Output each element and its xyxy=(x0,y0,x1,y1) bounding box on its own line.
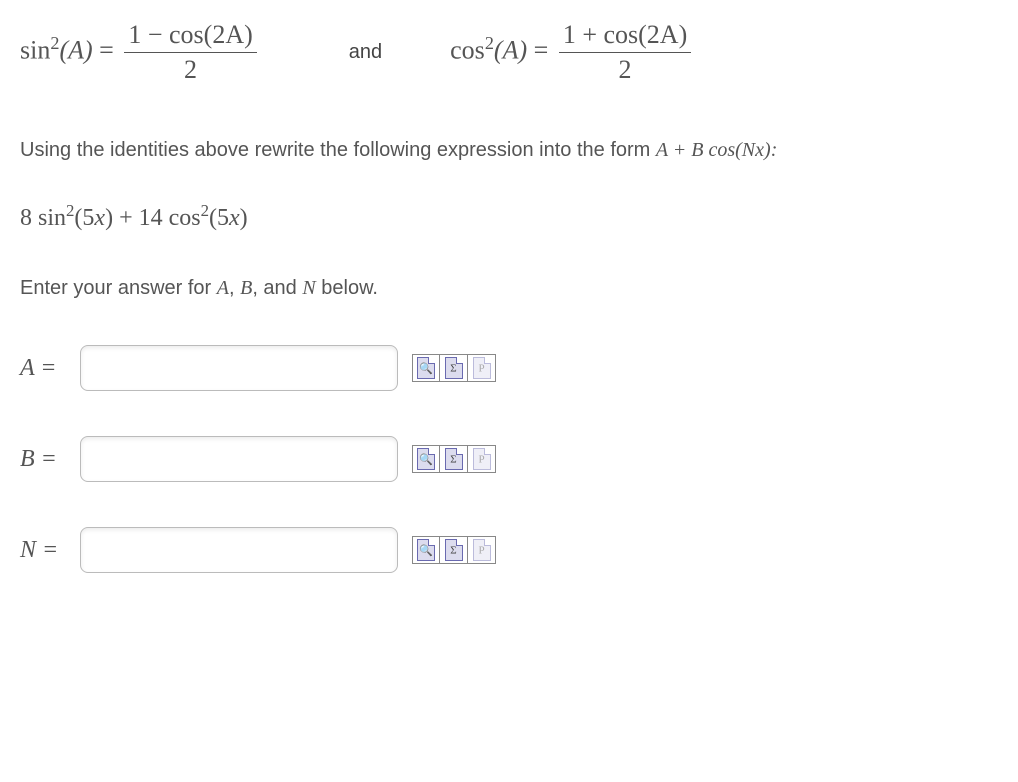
equation-editor-button[interactable]: Σ xyxy=(440,445,468,473)
help-button[interactable]: P xyxy=(468,445,496,473)
equation-editor-button[interactable]: Σ xyxy=(440,536,468,564)
and-label: and xyxy=(349,41,382,64)
enter-prompt: Enter your answer for A, B, and N below. xyxy=(20,277,998,300)
icon-group-a: 🔍 Σ P xyxy=(412,354,496,382)
icon-group-n: 🔍 Σ P xyxy=(412,536,496,564)
help-button[interactable]: P xyxy=(468,536,496,564)
input-n[interactable] xyxy=(80,527,398,573)
label-b: B = xyxy=(20,446,80,473)
answer-row-n: N = 🔍 Σ P xyxy=(20,527,998,573)
identities-row: sin2(A) = 1 − cos(2A) 2 and cos2(A) = 1 … xyxy=(20,20,998,85)
icon-group-b: 🔍 Σ P xyxy=(412,445,496,473)
expression: 8 sin2(5x) + 14 cos2(5x) xyxy=(20,205,998,232)
help-button[interactable]: P xyxy=(468,354,496,382)
instruction-text: Using the identities above rewrite the f… xyxy=(20,135,998,165)
input-b[interactable] xyxy=(80,436,398,482)
sin-squared-identity: sin2(A) = 1 − cos(2A) 2 xyxy=(20,20,261,85)
preview-button[interactable]: 🔍 xyxy=(412,536,440,564)
label-a: A = xyxy=(20,355,80,382)
cos-squared-identity: cos2(A) = 1 + cos(2A) 2 xyxy=(450,20,695,85)
input-a[interactable] xyxy=(80,345,398,391)
label-n: N = xyxy=(20,537,80,564)
answer-row-b: B = 🔍 Σ P xyxy=(20,436,998,482)
equation-editor-button[interactable]: Σ xyxy=(440,354,468,382)
answer-row-a: A = 🔍 Σ P xyxy=(20,345,998,391)
preview-button[interactable]: 🔍 xyxy=(412,445,440,473)
preview-button[interactable]: 🔍 xyxy=(412,354,440,382)
